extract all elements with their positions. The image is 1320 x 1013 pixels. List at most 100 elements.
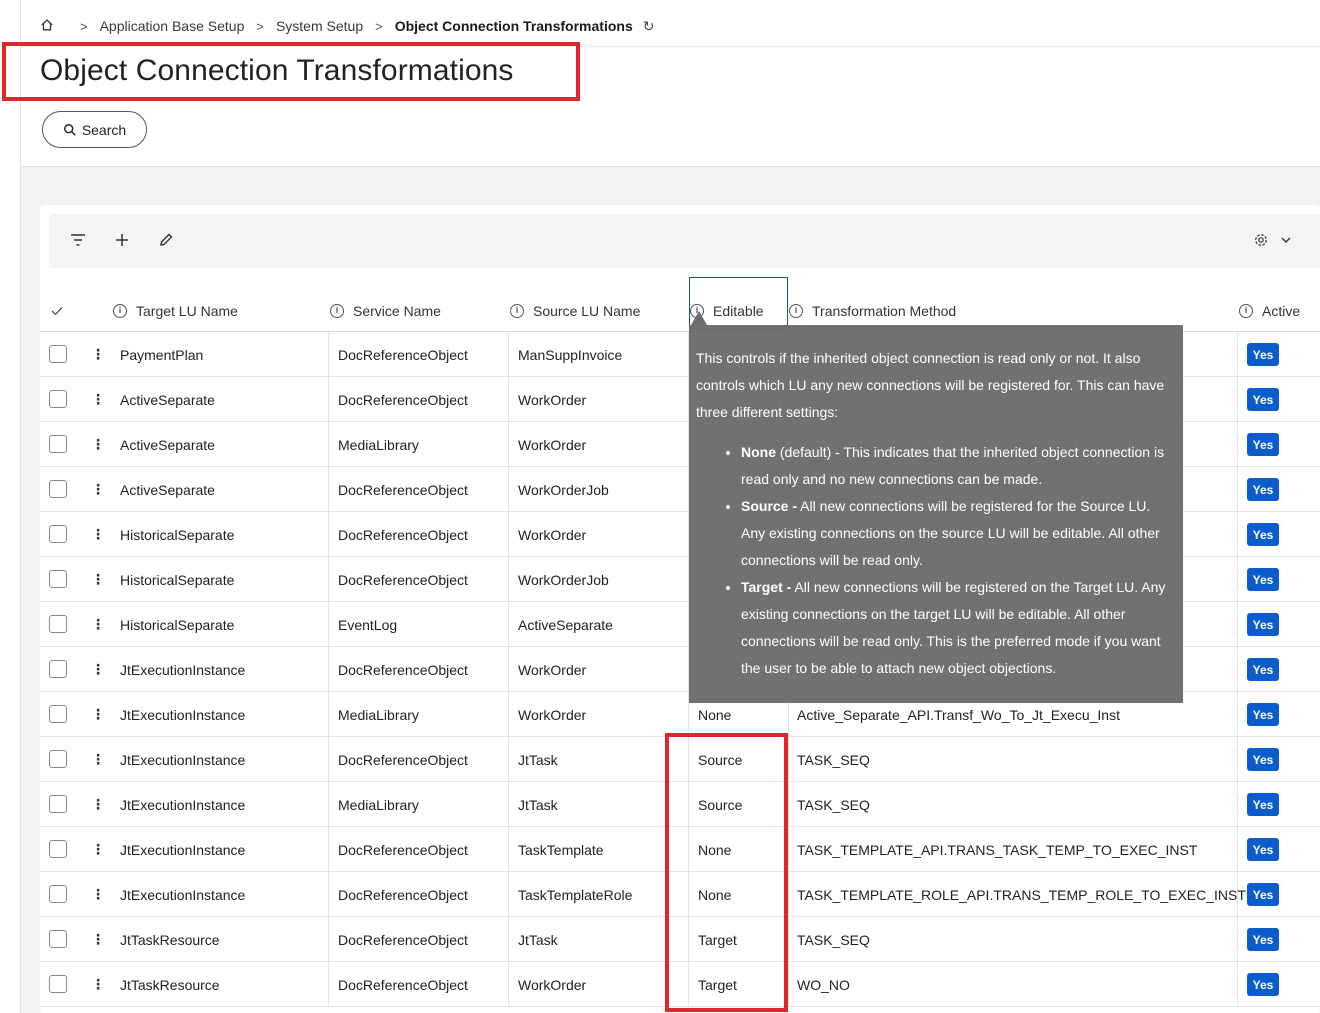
row-checkbox[interactable]: [49, 345, 67, 363]
cell-source-lu: ManSuppInvoice: [518, 346, 623, 363]
cell-target-lu: JtExecutionInstance: [120, 706, 246, 723]
active-badge: Yes: [1247, 793, 1279, 816]
tooltip-option-source: Source - All new connections will be reg…: [741, 493, 1175, 574]
cell-divider: [328, 557, 329, 602]
cell-source-lu: WorkOrder: [518, 391, 587, 408]
row-checkbox[interactable]: [49, 570, 67, 588]
cell-source-lu: ActiveSeparate: [518, 616, 613, 633]
cell-divider: [508, 872, 509, 917]
row-menu-icon[interactable]: ⋮: [91, 827, 105, 872]
active-badge: Yes: [1247, 658, 1279, 681]
row-menu-icon[interactable]: ⋮: [91, 647, 105, 692]
column-header-target-lu[interactable]: i Target LU Name: [113, 290, 238, 332]
active-badge: Yes: [1247, 388, 1279, 411]
chevron-down-icon[interactable]: [1275, 229, 1297, 251]
search-button[interactable]: Search: [42, 111, 147, 148]
row-menu-icon[interactable]: ⋮: [91, 737, 105, 782]
cell-source-lu: WorkOrderJob: [518, 571, 609, 588]
row-checkbox[interactable]: [49, 615, 67, 633]
row-checkbox[interactable]: [49, 435, 67, 453]
column-header-source-lu[interactable]: i Source LU Name: [510, 290, 640, 332]
cell-method: TASK_SEQ: [797, 751, 870, 768]
row-menu-icon[interactable]: ⋮: [91, 872, 105, 917]
breadcrumb-item-application-base-setup[interactable]: Application Base Setup: [100, 18, 245, 34]
cell-target-lu: JtExecutionInstance: [120, 751, 246, 768]
row-menu-icon[interactable]: ⋮: [91, 557, 105, 602]
row-checkbox[interactable]: [49, 750, 67, 768]
info-icon[interactable]: i: [113, 304, 127, 318]
cell-target-lu: HistoricalSeparate: [120, 526, 235, 543]
row-menu-icon[interactable]: ⋮: [91, 422, 105, 467]
row-menu-icon[interactable]: ⋮: [91, 602, 105, 647]
cell-divider: [1237, 827, 1238, 872]
cell-method: TASK_TEMPLATE_ROLE_API.TRANS_TEMP_ROLE_T…: [797, 886, 1246, 903]
cell-divider: [328, 782, 329, 827]
cell-divider: [508, 557, 509, 602]
tooltip-arrow: [691, 311, 707, 325]
info-icon[interactable]: i: [789, 304, 803, 318]
info-icon[interactable]: i: [510, 304, 524, 318]
column-header-label: Service Name: [353, 303, 441, 319]
row-menu-icon[interactable]: ⋮: [91, 332, 105, 377]
breadcrumb-item-system-setup[interactable]: System Setup: [276, 18, 363, 34]
breadcrumb: > Application Base Setup > System Setup …: [40, 14, 654, 38]
row-checkbox[interactable]: [49, 795, 67, 813]
cell-target-lu: JtExecutionInstance: [120, 661, 246, 678]
pencil-icon[interactable]: [155, 229, 177, 251]
row-checkbox[interactable]: [49, 390, 67, 408]
cell-source-lu: JtTask: [518, 751, 558, 768]
cell-service: DocReferenceObject: [338, 571, 468, 588]
cell-divider: [508, 377, 509, 422]
cell-divider: [328, 467, 329, 512]
row-menu-icon[interactable]: ⋮: [91, 512, 105, 557]
info-icon[interactable]: i: [330, 304, 344, 318]
chevron-right-icon: >: [80, 18, 88, 34]
cell-divider: [508, 467, 509, 512]
column-header-label: Target LU Name: [136, 303, 238, 319]
cell-target-lu: JtExecutionInstance: [120, 796, 246, 813]
row-checkbox[interactable]: [49, 525, 67, 543]
filter-icon[interactable]: [67, 229, 89, 251]
gear-icon[interactable]: [1250, 229, 1272, 251]
row-menu-icon[interactable]: ⋮: [91, 692, 105, 737]
cell-divider: [1237, 917, 1238, 962]
cell-service: DocReferenceObject: [338, 751, 468, 768]
cell-divider: [508, 602, 509, 647]
cell-divider: [788, 872, 789, 917]
row-menu-icon[interactable]: ⋮: [91, 377, 105, 422]
row-checkbox[interactable]: [49, 705, 67, 723]
row-menu-icon[interactable]: ⋮: [91, 782, 105, 827]
row-checkbox[interactable]: [49, 660, 67, 678]
cell-target-lu: JtTaskResource: [120, 976, 220, 993]
cell-service: DocReferenceObject: [338, 841, 468, 858]
cell-source-lu: TaskTemplateRole: [518, 886, 633, 903]
row-menu-icon[interactable]: ⋮: [91, 467, 105, 512]
tooltip-option-none: None (default) - This indicates that the…: [741, 439, 1175, 493]
plus-icon[interactable]: [111, 229, 133, 251]
cell-divider: [788, 737, 789, 782]
cell-target-lu: ActiveSeparate: [120, 391, 215, 408]
active-badge: Yes: [1247, 433, 1279, 456]
row-checkbox[interactable]: [49, 885, 67, 903]
cell-source-lu: WorkOrder: [518, 526, 587, 543]
refresh-icon[interactable]: ↻: [643, 18, 655, 35]
cell-divider: [508, 827, 509, 872]
cell-divider: [508, 737, 509, 782]
select-all-checkmark-icon[interactable]: [51, 290, 63, 332]
column-header-label: Transformation Method: [812, 303, 957, 319]
active-badge: Yes: [1247, 343, 1279, 366]
column-header-service[interactable]: i Service Name: [330, 290, 441, 332]
home-icon[interactable]: [40, 18, 56, 34]
row-checkbox[interactable]: [49, 840, 67, 858]
row-menu-icon[interactable]: ⋮: [91, 917, 105, 962]
row-checkbox[interactable]: [49, 480, 67, 498]
info-icon[interactable]: i: [1239, 304, 1253, 318]
cell-divider: [1237, 692, 1238, 737]
row-checkbox[interactable]: [49, 975, 67, 993]
column-header-active[interactable]: i Active: [1239, 290, 1300, 332]
row-checkbox[interactable]: [49, 930, 67, 948]
cell-divider: [328, 647, 329, 692]
cell-target-lu: JtTaskResource: [120, 931, 220, 948]
cell-service: DocReferenceObject: [338, 391, 468, 408]
row-menu-icon[interactable]: ⋮: [91, 962, 105, 1007]
